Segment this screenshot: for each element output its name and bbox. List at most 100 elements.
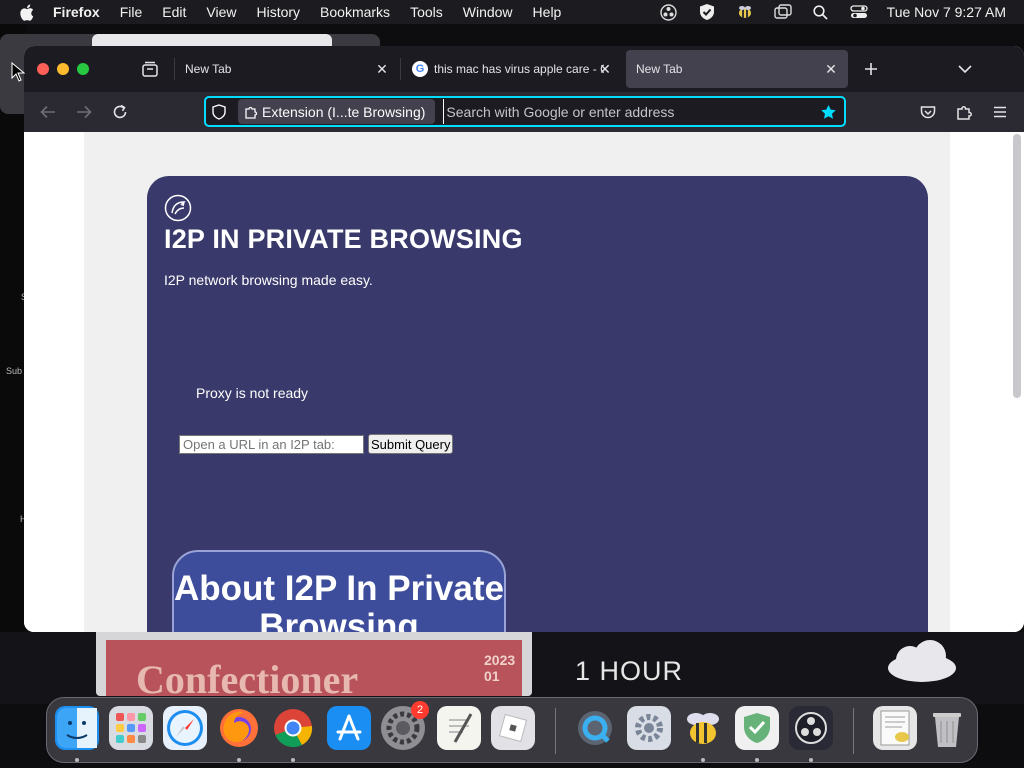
app-store-icon[interactable] [327, 706, 371, 750]
bee-running-indicator [701, 758, 705, 762]
tab-close-icon[interactable]: ✕ [375, 61, 389, 77]
page-body: I2P IN PRIVATE BROWSING I2P network brow… [84, 132, 950, 632]
google-icon: G [412, 61, 428, 77]
bee-app-icon[interactable] [681, 706, 725, 750]
firefox-view-icon[interactable] [140, 59, 160, 79]
reload-icon[interactable] [109, 101, 131, 123]
preview-icon[interactable] [873, 706, 917, 750]
page-heading: I2P IN PRIVATE BROWSING [164, 224, 523, 254]
safari-icon[interactable] [163, 706, 207, 750]
tab-label: New Tab [185, 62, 232, 76]
navigation-toolbar: Extension (I...te Browsing) [24, 92, 1024, 132]
firefox-running-indicator [237, 758, 241, 762]
cloud-icon [888, 640, 956, 682]
extension-identity-label: Extension (I...te Browsing) [262, 103, 426, 120]
firefox-window: New Tab ✕ G this mac has virus apple car… [24, 46, 1024, 632]
about-i2p-button[interactable]: About I2P In Private Browsing [172, 550, 506, 632]
obs-status-icon[interactable] [659, 2, 679, 22]
video-title-text: Confectioner [136, 657, 359, 696]
i2p-main-card: I2P IN PRIVATE BROWSING I2P network brow… [147, 176, 928, 632]
new-tab-plus-icon[interactable] [860, 58, 882, 80]
submit-query-button[interactable]: Submit Query [368, 434, 454, 454]
window-zoom-button[interactable] [77, 63, 89, 75]
firefox-dock-icon[interactable] [217, 706, 261, 750]
spotlight-search-icon[interactable] [811, 2, 831, 22]
finder-icon[interactable] [55, 706, 99, 750]
menu-tools[interactable]: Tools [410, 4, 443, 20]
url-input[interactable] [443, 99, 818, 124]
obs-icon[interactable] [789, 706, 833, 750]
address-bar[interactable]: Extension (I...te Browsing) [204, 96, 846, 127]
proxy-status-text: Proxy is not ready [196, 385, 309, 401]
page-tagline: I2P network browsing made easy. [164, 272, 373, 288]
menu-file[interactable]: File [120, 4, 143, 20]
back-arrow-icon[interactable] [37, 101, 59, 123]
shield-check-status-icon[interactable] [697, 2, 717, 22]
page-content: I2P IN PRIVATE BROWSING I2P network brow… [24, 132, 1024, 632]
menu-edit[interactable]: Edit [162, 4, 186, 20]
settings-gear-icon[interactable] [627, 706, 671, 750]
menu-view[interactable]: View [206, 4, 236, 20]
desktop-side-label: Sub [6, 366, 23, 376]
tracking-protection-shield-icon[interactable] [212, 103, 230, 120]
tab-google-search[interactable]: G this mac has virus apple care - G ✕ [402, 50, 622, 88]
dock: 2 [46, 697, 978, 763]
window-minimize-button[interactable] [57, 63, 69, 75]
dock-separator [853, 708, 854, 754]
menu-help[interactable]: Help [533, 4, 562, 20]
menu-bar: Firefox File Edit View History Bookmarks… [0, 0, 1024, 24]
list-all-tabs-chevron-icon[interactable] [954, 58, 976, 80]
desktop-left-edge: S Sub H [0, 24, 27, 704]
video-thumbnail[interactable]: Confectioner 2023 01 [96, 632, 532, 696]
open-url-form: Submit Query [179, 434, 454, 454]
extensions-puzzle-icon[interactable] [953, 101, 975, 123]
tab-bar: New Tab ✕ G this mac has virus apple car… [24, 46, 1024, 92]
bookmark-star-icon[interactable] [818, 104, 838, 120]
adguard-running-indicator [755, 758, 759, 762]
textedit-icon[interactable] [437, 706, 481, 750]
i2p-logo-icon [164, 194, 192, 222]
timer-label: 1 HOUR [575, 656, 684, 686]
window-close-button[interactable] [37, 63, 49, 75]
launchpad-icon[interactable] [109, 706, 153, 750]
menu-history[interactable]: History [256, 4, 300, 20]
tab-label: this mac has virus apple care - G [434, 62, 604, 76]
apple-menu-icon[interactable] [19, 4, 35, 21]
chrome-running-indicator [291, 758, 295, 762]
adguard-icon[interactable] [735, 706, 779, 750]
video-thumbnail-art: Confectioner 2023 01 [106, 640, 522, 696]
video-year-suffix: 01 [484, 668, 500, 684]
menu-bookmarks[interactable]: Bookmarks [320, 4, 390, 20]
extension-identity-badge[interactable]: Extension (I...te Browsing) [238, 99, 436, 124]
mouse-pointer-icon [11, 62, 25, 82]
tab-close-icon[interactable]: ✕ [824, 61, 838, 77]
notification-badge: 2 [411, 701, 429, 719]
control-center-icon[interactable] [849, 2, 869, 22]
puzzle-icon [244, 105, 258, 119]
pocket-icon[interactable] [917, 101, 939, 123]
tab-separator [400, 58, 401, 80]
page-scrollbar[interactable] [1013, 134, 1021, 398]
obs-running-indicator [809, 758, 813, 762]
tab-label: New Tab [636, 62, 683, 76]
finder-running-indicator [75, 758, 79, 762]
quicktime-icon[interactable] [573, 706, 617, 750]
tab-new-tab-1[interactable]: New Tab ✕ [175, 50, 399, 88]
menu-app-name[interactable]: Firefox [53, 4, 100, 20]
forward-arrow-icon[interactable] [73, 101, 95, 123]
tab-close-icon[interactable]: ✕ [598, 61, 612, 77]
bee-status-icon[interactable] [735, 2, 755, 22]
system-settings-icon[interactable]: 2 [381, 701, 429, 750]
roblox-icon[interactable] [491, 706, 535, 750]
window-switcher-status-icon[interactable] [773, 2, 793, 22]
hamburger-menu-icon[interactable] [989, 101, 1011, 123]
menubar-clock[interactable]: Tue Nov 7 9:27 AM [887, 4, 1006, 20]
i2p-url-input[interactable] [179, 434, 364, 454]
video-year: 2023 [484, 652, 516, 668]
menu-window[interactable]: Window [463, 4, 513, 20]
chrome-icon[interactable] [271, 706, 315, 750]
video-year-text: 2023 01 [484, 652, 524, 684]
tab-new-tab-active[interactable]: New Tab ✕ [626, 50, 848, 88]
trash-icon[interactable] [925, 706, 969, 750]
dock-separator [555, 708, 556, 754]
